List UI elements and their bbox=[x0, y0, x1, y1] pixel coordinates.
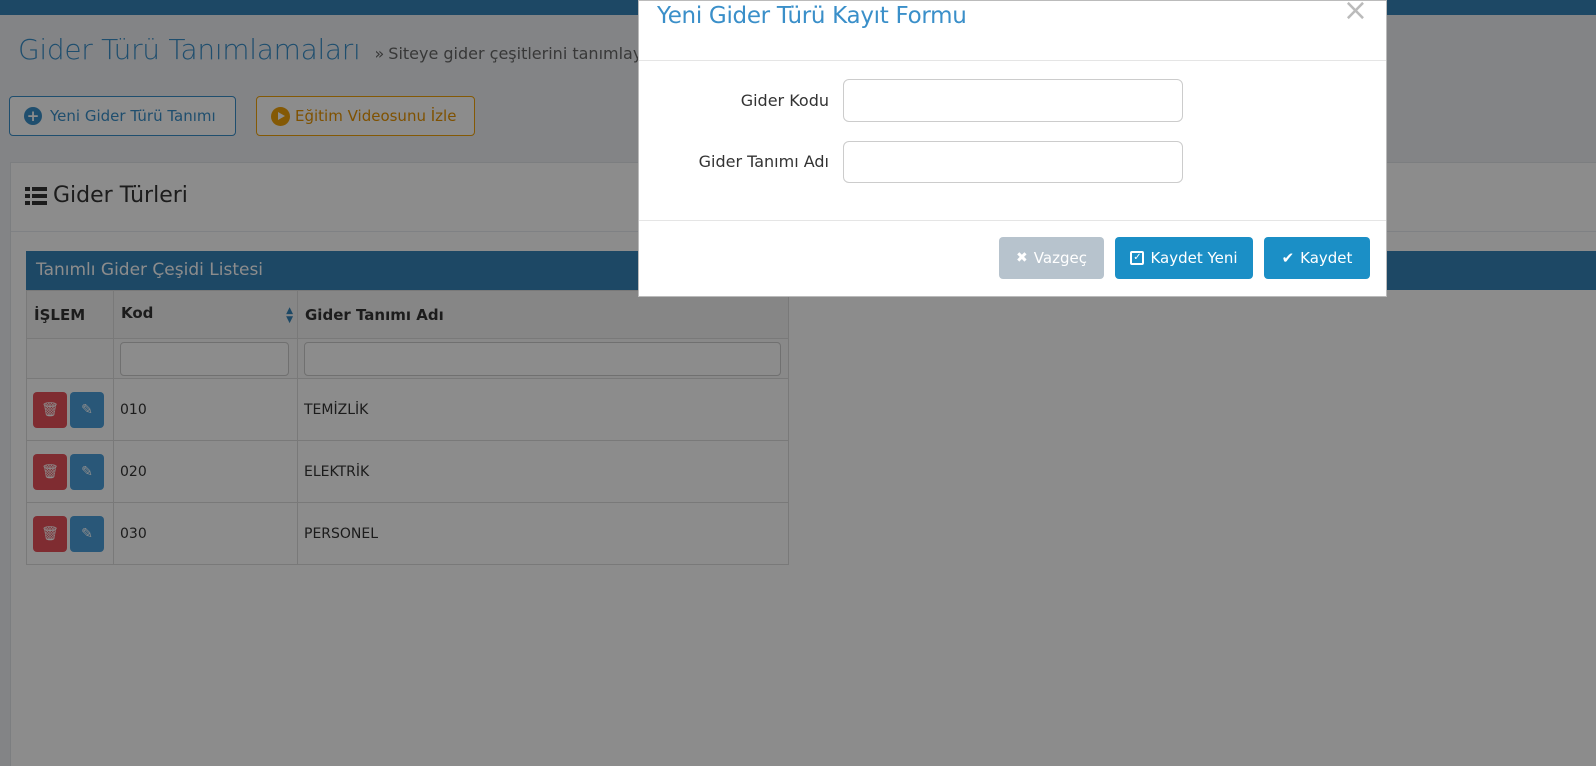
save-and-new-button-label: Kaydet Yeni bbox=[1150, 249, 1238, 267]
cancel-button-label: Vazgeç bbox=[1033, 249, 1087, 267]
modal-header-divider bbox=[639, 60, 1386, 61]
save-and-new-button[interactable]: ✓ Kaydet Yeni bbox=[1115, 237, 1253, 279]
cancel-button[interactable]: ✖ Vazgeç bbox=[999, 237, 1104, 279]
gider-tanimi-adi-input[interactable] bbox=[843, 141, 1183, 183]
gider-kodu-input[interactable] bbox=[843, 79, 1183, 122]
check-square-icon: ✓ bbox=[1130, 251, 1145, 265]
check-icon: ✔ bbox=[1281, 249, 1295, 267]
save-button[interactable]: ✔ Kaydet bbox=[1264, 237, 1370, 279]
gider-kodu-label: Gider Kodu bbox=[740, 91, 829, 110]
new-expense-type-modal: Yeni Gider Türü Kayıt Formu × Gider Kodu… bbox=[638, 0, 1387, 297]
save-button-label: Kaydet bbox=[1300, 249, 1353, 267]
close-icon: ✖ bbox=[1016, 250, 1028, 266]
gider-tanimi-adi-label: Gider Tanımı Adı bbox=[698, 152, 829, 171]
close-icon[interactable]: × bbox=[1343, 0, 1368, 28]
modal-title: Yeni Gider Türü Kayıt Formu bbox=[657, 3, 967, 29]
modal-footer-divider bbox=[639, 220, 1386, 221]
